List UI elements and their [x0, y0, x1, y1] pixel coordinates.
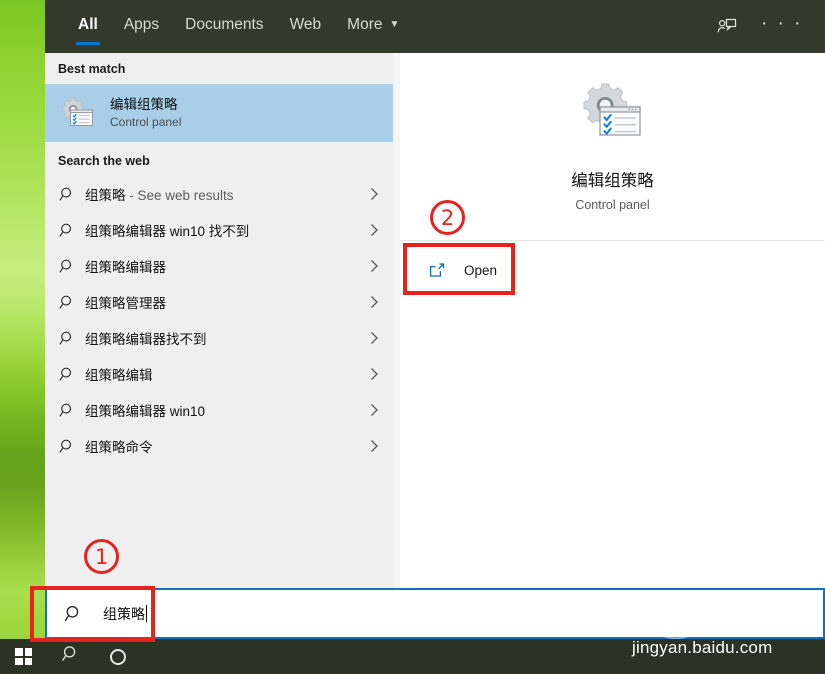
tab-apps-label: Apps	[123, 16, 160, 33]
tab-documents-label: Documents	[185, 16, 264, 33]
search-the-web-heading: Search the web	[58, 154, 150, 168]
search-icon	[59, 366, 85, 383]
web-result-item-7[interactable]: 组策略命令	[45, 428, 393, 464]
best-match-heading: Best match	[58, 62, 126, 76]
chevron-right-icon	[365, 295, 379, 309]
tab-web-label: Web	[289, 16, 322, 33]
preview-content: 编辑组策略 Control panel	[400, 53, 825, 212]
chevron-right-icon	[365, 439, 379, 453]
header-actions: · · ·	[715, 0, 825, 53]
web-result-query-1: 组策略编辑器 win10 找不到	[85, 224, 250, 239]
tab-more-label: More	[347, 16, 383, 33]
web-result-item-0[interactable]: 组策略 - See web results	[45, 176, 393, 212]
web-result-label-1: 组策略编辑器 win10 找不到	[85, 220, 365, 240]
windows-search-screen: All Apps Documents Web More ▼ · · · Best…	[0, 0, 825, 674]
web-result-query-3: 组策略管理器	[85, 296, 166, 311]
panel-divider	[393, 53, 400, 588]
web-result-label-6: 组策略编辑器 win10	[85, 400, 365, 420]
preview-separator	[400, 240, 825, 241]
person-feedback-icon[interactable]	[715, 15, 739, 39]
tab-documents[interactable]: Documents	[172, 0, 276, 37]
chevron-right-icon	[365, 187, 379, 201]
web-result-label-2: 组策略编辑器	[85, 256, 365, 276]
open-button-label: Open	[464, 262, 498, 278]
tab-apps[interactable]: Apps	[111, 0, 172, 37]
search-icon	[59, 258, 85, 275]
search-input-value: 组策略	[103, 604, 147, 624]
search-input[interactable]: 组策略	[45, 588, 825, 639]
preview-app-subtitle: Control panel	[575, 198, 650, 212]
best-match-text: 编辑组策略 Control panel	[110, 96, 181, 131]
best-match-title: 编辑组策略	[110, 96, 178, 112]
chevron-right-icon	[365, 367, 379, 381]
search-icon	[64, 604, 84, 624]
web-result-item-4[interactable]: 组策略编辑器找不到	[45, 320, 393, 356]
web-result-query-6: 组策略编辑器 win10	[85, 404, 206, 419]
web-result-item-3[interactable]: 组策略管理器	[45, 284, 393, 320]
web-result-label-5: 组策略编辑	[85, 364, 365, 384]
tab-all-label: All	[78, 16, 98, 33]
web-result-item-6[interactable]: 组策略编辑器 win10	[45, 392, 393, 428]
web-result-label-7: 组策略命令	[85, 436, 365, 456]
web-result-query-7: 组策略命令	[85, 440, 153, 455]
windows-logo-icon	[15, 648, 32, 665]
taskbar-search-button[interactable]	[47, 639, 94, 674]
web-result-item-1[interactable]: 组策略编辑器 win10 找不到	[45, 212, 393, 248]
search-icon	[59, 294, 85, 311]
web-result-query-2: 组策略编辑器	[85, 260, 166, 275]
web-result-item-5[interactable]: 组策略编辑	[45, 356, 393, 392]
group-policy-icon	[58, 93, 98, 133]
chevron-down-icon: ▼	[389, 19, 400, 30]
search-icon	[59, 330, 85, 347]
web-result-query-0: 组策略	[85, 188, 126, 203]
search-icon	[59, 438, 85, 455]
search-icon	[59, 402, 85, 419]
search-input-text: 组策略	[103, 605, 145, 622]
tab-all[interactable]: All	[65, 0, 111, 45]
search-icon	[61, 644, 81, 669]
web-result-label-0: 组策略 - See web results	[85, 184, 365, 204]
search-icon	[59, 222, 85, 239]
desktop-wallpaper-shading	[0, 0, 45, 674]
ellipsis-icon[interactable]: · · ·	[761, 14, 803, 35]
group-policy-icon	[577, 77, 649, 149]
app-preview-panel: 编辑组策略 Control panel Open	[400, 53, 825, 588]
web-result-label-3: 组策略管理器	[85, 292, 365, 312]
web-result-item-2[interactable]: 组策略编辑器	[45, 248, 393, 284]
preview-app-title: 编辑组策略	[571, 172, 654, 190]
cortana-circle-icon	[109, 648, 126, 665]
tab-more[interactable]: More ▼	[334, 0, 412, 37]
taskbar	[0, 639, 825, 674]
search-icon	[59, 186, 85, 203]
start-button[interactable]	[0, 639, 47, 674]
search-header-bar: All Apps Documents Web More ▼ · · ·	[45, 0, 825, 53]
best-match-result[interactable]: 编辑组策略 Control panel	[45, 84, 393, 142]
best-match-subtitle: Control panel	[110, 114, 182, 129]
cortana-button[interactable]	[94, 639, 141, 674]
search-results-panel: Best match 编辑组策略 Control panel Search th…	[45, 53, 393, 588]
web-result-suffix-0: - See web results	[125, 188, 234, 203]
text-cursor	[146, 604, 147, 622]
chevron-right-icon	[365, 259, 379, 273]
search-filter-tabs: All Apps Documents Web More ▼	[45, 0, 715, 53]
chevron-right-icon	[365, 223, 379, 237]
web-result-query-5: 组策略编辑	[85, 368, 153, 383]
web-result-label-4: 组策略编辑器找不到	[85, 328, 365, 348]
chevron-right-icon	[365, 331, 379, 345]
open-in-new-window-icon	[428, 261, 448, 279]
chevron-right-icon	[365, 403, 379, 417]
tab-web[interactable]: Web	[277, 0, 335, 37]
web-result-query-4: 组策略编辑器找不到	[85, 332, 207, 347]
open-button[interactable]: Open	[406, 249, 516, 291]
